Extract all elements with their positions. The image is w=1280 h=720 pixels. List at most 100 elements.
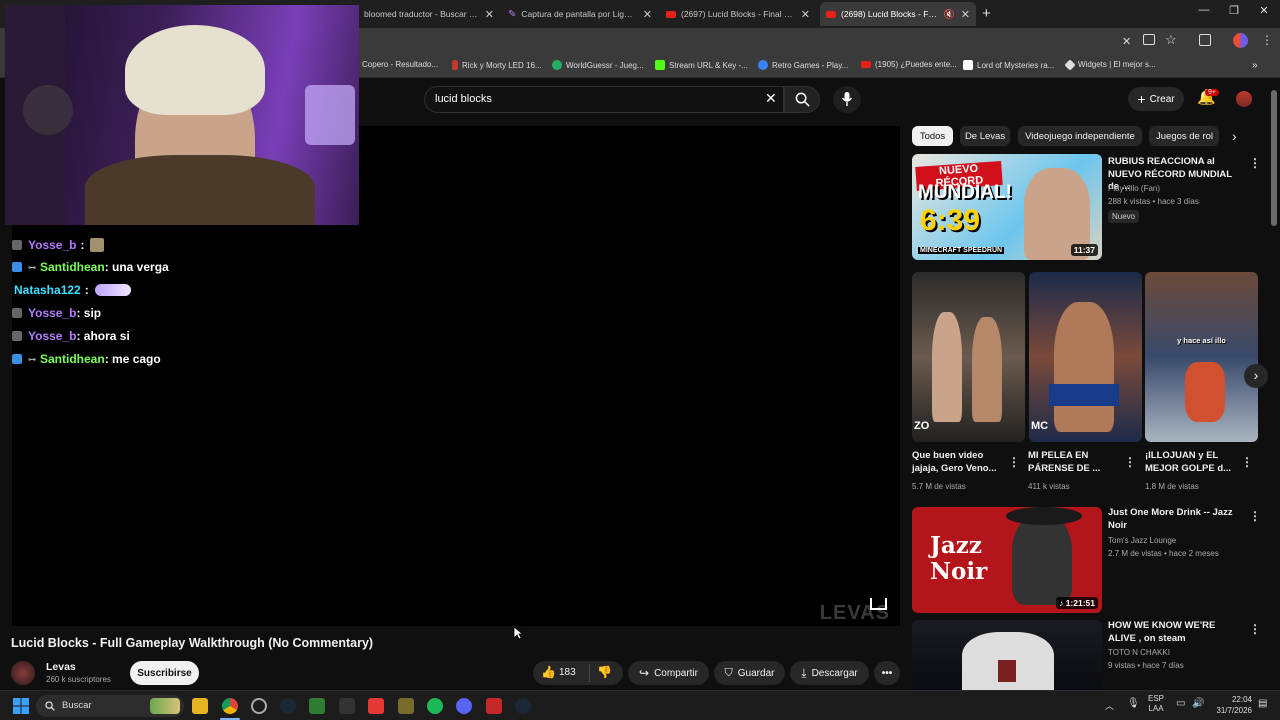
like-count[interactable]: 183: [559, 667, 576, 678]
bookmark-item[interactable]: (1905) ¿Puedes ente...: [861, 60, 957, 69]
close-tab-icon[interactable]: ✕: [485, 8, 494, 21]
network-icon[interactable]: ▭: [1176, 698, 1185, 709]
close-tab-icon[interactable]: ✕: [961, 8, 970, 21]
short-title[interactable]: Que buen video jajaja, Gero Veno...: [912, 450, 1008, 475]
short-thumbnail[interactable]: y hace así illo: [1145, 272, 1258, 442]
bookmark-item[interactable]: Lord of Mysteries ra...: [963, 60, 1054, 70]
chips-next-icon[interactable]: ›: [1232, 128, 1237, 144]
fullscreen-icon[interactable]: [870, 598, 887, 610]
chip-de-levas[interactable]: De Levas: [960, 126, 1010, 146]
chip-videojuego-independiente[interactable]: Videojuego independiente: [1018, 126, 1142, 146]
app-icon[interactable]: [251, 698, 267, 714]
video-thumbnail[interactable]: [912, 620, 1102, 690]
search-button[interactable]: [784, 86, 820, 113]
tab-title: Captura de pantalla por Lightshot: [521, 9, 637, 19]
dislike-icon[interactable]: 👎: [597, 665, 612, 679]
volume-icon[interactable]: 🔊: [1192, 698, 1204, 709]
show-hidden-icons[interactable]: ︿: [1105, 699, 1114, 712]
more-options-icon[interactable]: ⋮: [1241, 455, 1253, 469]
browser-tab-3[interactable]: (2697) Lucid Blocks - Final Boss ✕: [660, 2, 816, 26]
taskbar-search[interactable]: Buscar: [36, 695, 184, 717]
account-avatar[interactable]: [1236, 91, 1252, 107]
clear-search-icon[interactable]: ✕: [765, 90, 777, 107]
extensions-icon[interactable]: [1199, 34, 1211, 46]
spotify-icon[interactable]: [427, 698, 443, 714]
globe-icon: [552, 60, 562, 70]
windows-start-icon[interactable]: [13, 698, 29, 714]
browser-tab-1[interactable]: bloomed traductor - Buscar con Google ✕: [358, 2, 500, 26]
mute-tab-icon[interactable]: 🔇: [944, 9, 955, 20]
short-title[interactable]: MI PELEA EN PÁRENSE DE ...: [1028, 450, 1124, 475]
browser-tab-active[interactable]: (2698) Lucid Blocks - Full Gameplay 🔇 ✕: [820, 2, 976, 26]
app-icon[interactable]: [309, 698, 325, 714]
more-options-icon[interactable]: ⋮: [1124, 455, 1136, 469]
mix-thumbnail[interactable]: Jazz Noir ♪ 1:21:51: [912, 507, 1102, 613]
steam-icon[interactable]: [280, 698, 296, 714]
more-options-icon[interactable]: ⋮: [1249, 622, 1261, 636]
bookmark-label: Copero - Resultado...: [362, 60, 439, 69]
bookmark-item[interactable]: Stream URL & Key -...: [655, 60, 748, 70]
bookmark-item[interactable]: Widgets | El mejor s...: [1064, 58, 1156, 71]
video-channel[interactable]: TOTO N CHAKKI: [1108, 646, 1170, 659]
minimize-icon[interactable]: —: [1194, 4, 1214, 16]
file-explorer-icon[interactable]: [192, 698, 208, 714]
save-button[interactable]: ⛉ Guardar: [714, 661, 785, 685]
bookmark-item[interactable]: WorldGuessr - Jueg...: [552, 60, 644, 70]
app-icon[interactable]: [398, 698, 414, 714]
discord-icon[interactable]: [456, 698, 472, 714]
browser-tab-2[interactable]: ✎ Captura de pantalla por Lightshot ✕: [502, 2, 658, 26]
steam-icon[interactable]: [515, 698, 531, 714]
clock[interactable]: 22:04 31/7/2026: [1212, 694, 1252, 716]
app-icon[interactable]: [339, 698, 355, 714]
search-input[interactable]: lucid blocks ✕: [424, 86, 784, 113]
like-icon[interactable]: 👍: [541, 665, 556, 679]
chip-todos[interactable]: Todos: [912, 126, 953, 146]
page-scrollbar[interactable]: [1271, 90, 1277, 226]
windows-taskbar: Buscar ︿ 🎙 ESP LAA ▭ 🔊 22:04 31/7/2026 ▤: [0, 690, 1280, 720]
channel-name[interactable]: Levas: [46, 661, 76, 673]
chat-message: ⊶ Santidhean : una verga: [12, 260, 169, 274]
subscribe-button[interactable]: Suscribirse: [130, 661, 199, 685]
download-button[interactable]: ⤓ Descargar: [790, 661, 869, 685]
short-thumbnail[interactable]: ZO: [912, 272, 1025, 442]
more-actions-icon[interactable]: •••: [874, 661, 900, 685]
video-meta: 9 vistas • hace 7 días: [1108, 661, 1184, 670]
app-icon[interactable]: [368, 698, 384, 714]
close-tab-icon[interactable]: ✕: [801, 8, 810, 21]
video-title[interactable]: HOW WE KNOW WE'RE ALIVE , on steam: [1108, 620, 1242, 645]
browser-menu-icon[interactable]: ⋮: [1261, 33, 1273, 47]
app-icon[interactable]: [486, 698, 502, 714]
restore-icon[interactable]: ❐: [1224, 4, 1244, 17]
more-options-icon[interactable]: ⋮: [1008, 455, 1020, 469]
media-muted-icon[interactable]: ✕: [1122, 35, 1131, 48]
short-thumbnail[interactable]: MC: [1029, 272, 1142, 442]
video-channel[interactable]: PlayYlllo (Fan): [1108, 182, 1160, 195]
chrome-icon[interactable]: [222, 698, 238, 714]
notification-center-icon[interactable]: ▤: [1258, 698, 1267, 709]
input-language[interactable]: ESP LAA: [1148, 694, 1164, 714]
close-window-icon[interactable]: ✕: [1254, 4, 1274, 17]
more-options-icon[interactable]: ⋮: [1249, 156, 1261, 170]
more-options-icon[interactable]: ⋮: [1249, 509, 1261, 523]
cast-icon[interactable]: [1143, 34, 1155, 45]
new-tab-button[interactable]: +: [982, 5, 991, 22]
channel-avatar[interactable]: [11, 661, 35, 685]
shorts-next-button[interactable]: ›: [1244, 364, 1268, 388]
bookmark-star-icon[interactable]: ☆: [1165, 32, 1177, 48]
video-title[interactable]: Just One More Drink -- Jazz Noir: [1108, 507, 1236, 532]
close-tab-icon[interactable]: ✕: [643, 8, 652, 21]
chat-badge-icon: [12, 240, 22, 250]
bookmark-item[interactable]: Rick y Morty LED 16...: [452, 60, 542, 70]
voice-search-button[interactable]: [833, 86, 861, 113]
video-thumbnail[interactable]: NUEVO RÉCORD MUNDIAL! 6:39 MINECRAFT SPE…: [912, 154, 1102, 260]
profile-avatar[interactable]: [1233, 33, 1248, 48]
share-button[interactable]: ↪ Compartir: [628, 661, 709, 685]
bookmark-item[interactable]: Copero - Resultado...: [362, 60, 438, 69]
create-button[interactable]: + Crear: [1128, 87, 1184, 111]
more-bookmarks-icon[interactable]: »: [1252, 60, 1258, 71]
microphone-icon[interactable]: 🎙: [1127, 698, 1140, 709]
video-channel[interactable]: Tom's Jazz Lounge: [1108, 534, 1176, 547]
bookmark-item[interactable]: Retro Games - Play...: [758, 60, 848, 70]
short-title[interactable]: ¡ILLOJUAN y EL MEJOR GOLPE d...: [1145, 450, 1241, 475]
chip-juegos-de-rol[interactable]: Juegos de rol: [1149, 126, 1219, 146]
